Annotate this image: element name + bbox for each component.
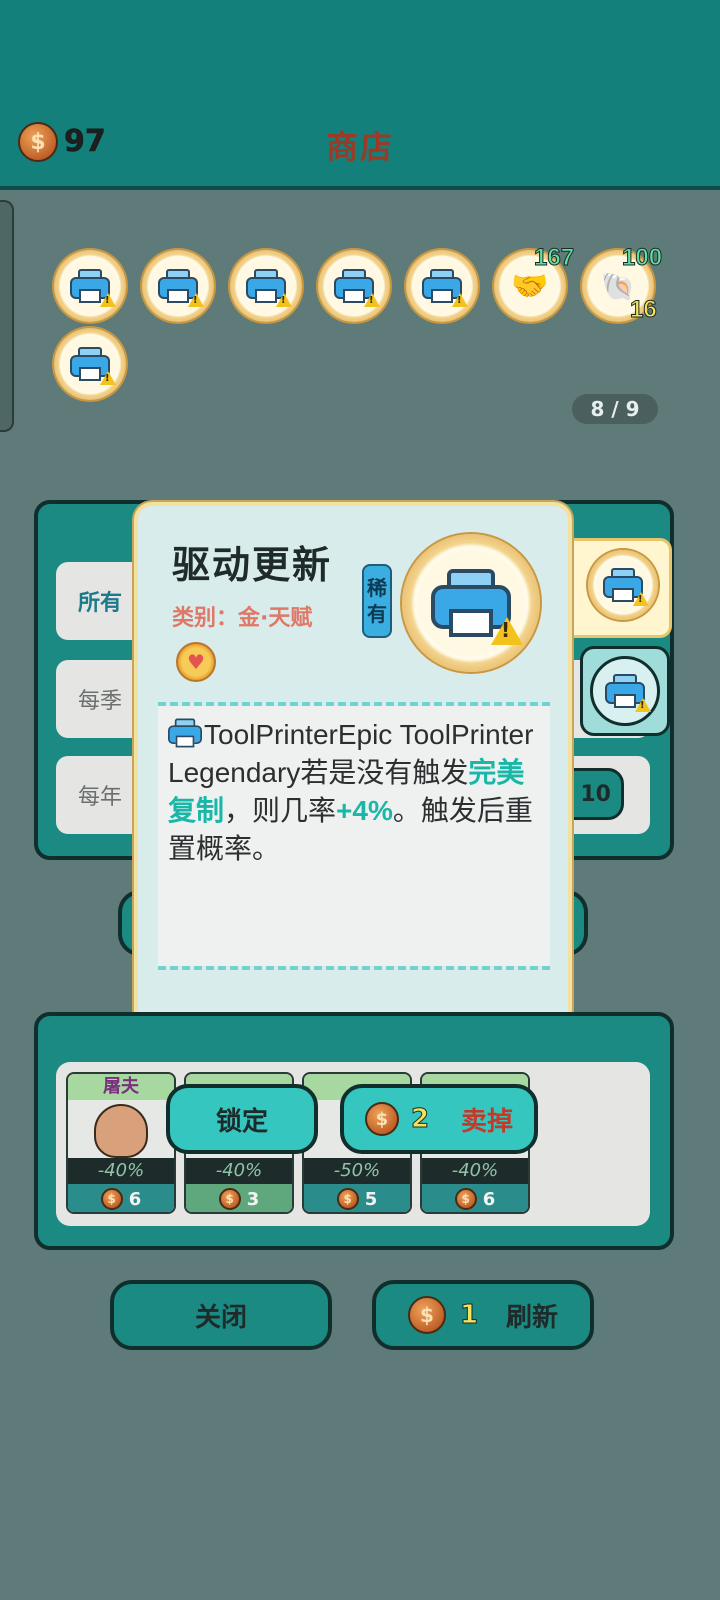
refresh-price: 1	[459, 1300, 479, 1331]
tooltip-divider-bottom	[158, 966, 550, 970]
close-button[interactable]: 关闭	[110, 1280, 332, 1350]
character-card[interactable]: 屠夫 -40% $6	[66, 1072, 176, 1214]
item-slot-6[interactable]	[54, 328, 126, 400]
character-discount: -40%	[68, 1158, 174, 1184]
close-button-label: 关闭	[194, 1302, 247, 1333]
item-slot-4[interactable]	[318, 250, 390, 322]
printer-icon	[70, 347, 116, 385]
coin-icon: $	[218, 1188, 241, 1210]
coin-icon: $	[454, 1188, 477, 1210]
stats-row-label: 每季	[78, 689, 123, 714]
printer-icon	[246, 269, 292, 307]
lock-button[interactable]: 锁定	[166, 1084, 318, 1154]
rarity-badge: 稀 有	[362, 564, 392, 638]
sell-price: 2	[410, 1104, 430, 1135]
price-value: 6	[128, 1188, 142, 1210]
printer-icon	[168, 718, 202, 748]
character-price: $3	[186, 1184, 292, 1212]
character-price: $6	[68, 1184, 174, 1212]
description-text: ，则几率	[224, 795, 337, 826]
price-value: 3	[246, 1188, 260, 1210]
description-value: +4%	[336, 795, 393, 826]
rarity-char-1: 稀	[367, 576, 387, 600]
printer-icon	[70, 269, 116, 307]
refresh-button[interactable]: $ 1 刷新	[372, 1280, 594, 1350]
page-indicator: 8 / 9	[572, 394, 658, 424]
character-discount: -40%	[422, 1158, 528, 1184]
printer-icon	[158, 269, 204, 307]
selected-item-medal	[588, 550, 658, 620]
item-name: 驱动更新	[172, 543, 333, 587]
item-variant-medal	[590, 656, 660, 726]
coin-icon: $	[364, 1102, 399, 1136]
coin-icon: $	[407, 1296, 446, 1334]
shell-count-top: 100	[621, 244, 663, 272]
rarity-char-2: 有	[367, 602, 387, 626]
coin-icon: $	[100, 1188, 123, 1210]
character-name: 屠夫	[68, 1074, 174, 1100]
item-slot-1[interactable]	[54, 250, 126, 322]
sell-button-label: 卖掉	[461, 1106, 514, 1137]
price-value: 5	[364, 1188, 378, 1210]
item-large-medal	[402, 534, 540, 672]
item-slot-3[interactable]	[230, 250, 302, 322]
character-price: $6	[422, 1184, 528, 1212]
stats-row-label: 每年	[78, 785, 123, 810]
stats-row-label: 所有	[78, 591, 123, 616]
lock-button-label: 锁定	[215, 1106, 268, 1137]
character-price: $5	[304, 1184, 410, 1212]
item-category: 类别：金·天赋	[172, 606, 313, 631]
butcher-avatar-icon	[94, 1104, 148, 1158]
handshake-count: 167	[533, 244, 575, 272]
character-discount: -50%	[304, 1158, 410, 1184]
printer-icon	[605, 674, 651, 712]
heart-icon: ♥	[176, 642, 216, 682]
printer-icon	[603, 568, 649, 606]
coin-icon: $	[336, 1188, 359, 1210]
item-slot-5[interactable]	[406, 250, 478, 322]
character-discount: -40%	[186, 1158, 292, 1184]
page-title: 商店	[325, 128, 394, 166]
top-bar-divider	[0, 186, 720, 190]
printer-icon	[334, 269, 380, 307]
shell-count-bottom: 16	[630, 296, 658, 324]
printer-icon	[422, 269, 468, 307]
refresh-button-label: 刷新	[506, 1302, 559, 1333]
printer-icon	[431, 569, 523, 645]
stats-row-value: 10	[580, 781, 611, 807]
item-description: ToolPrinterEpic ToolPrinterLegendary若是没有…	[168, 716, 546, 868]
price-value: 6	[482, 1188, 496, 1210]
side-drawer-handle[interactable]	[0, 200, 14, 432]
item-slot-2[interactable]	[142, 250, 214, 322]
sell-button[interactable]: $ 2 卖掉	[340, 1084, 538, 1154]
